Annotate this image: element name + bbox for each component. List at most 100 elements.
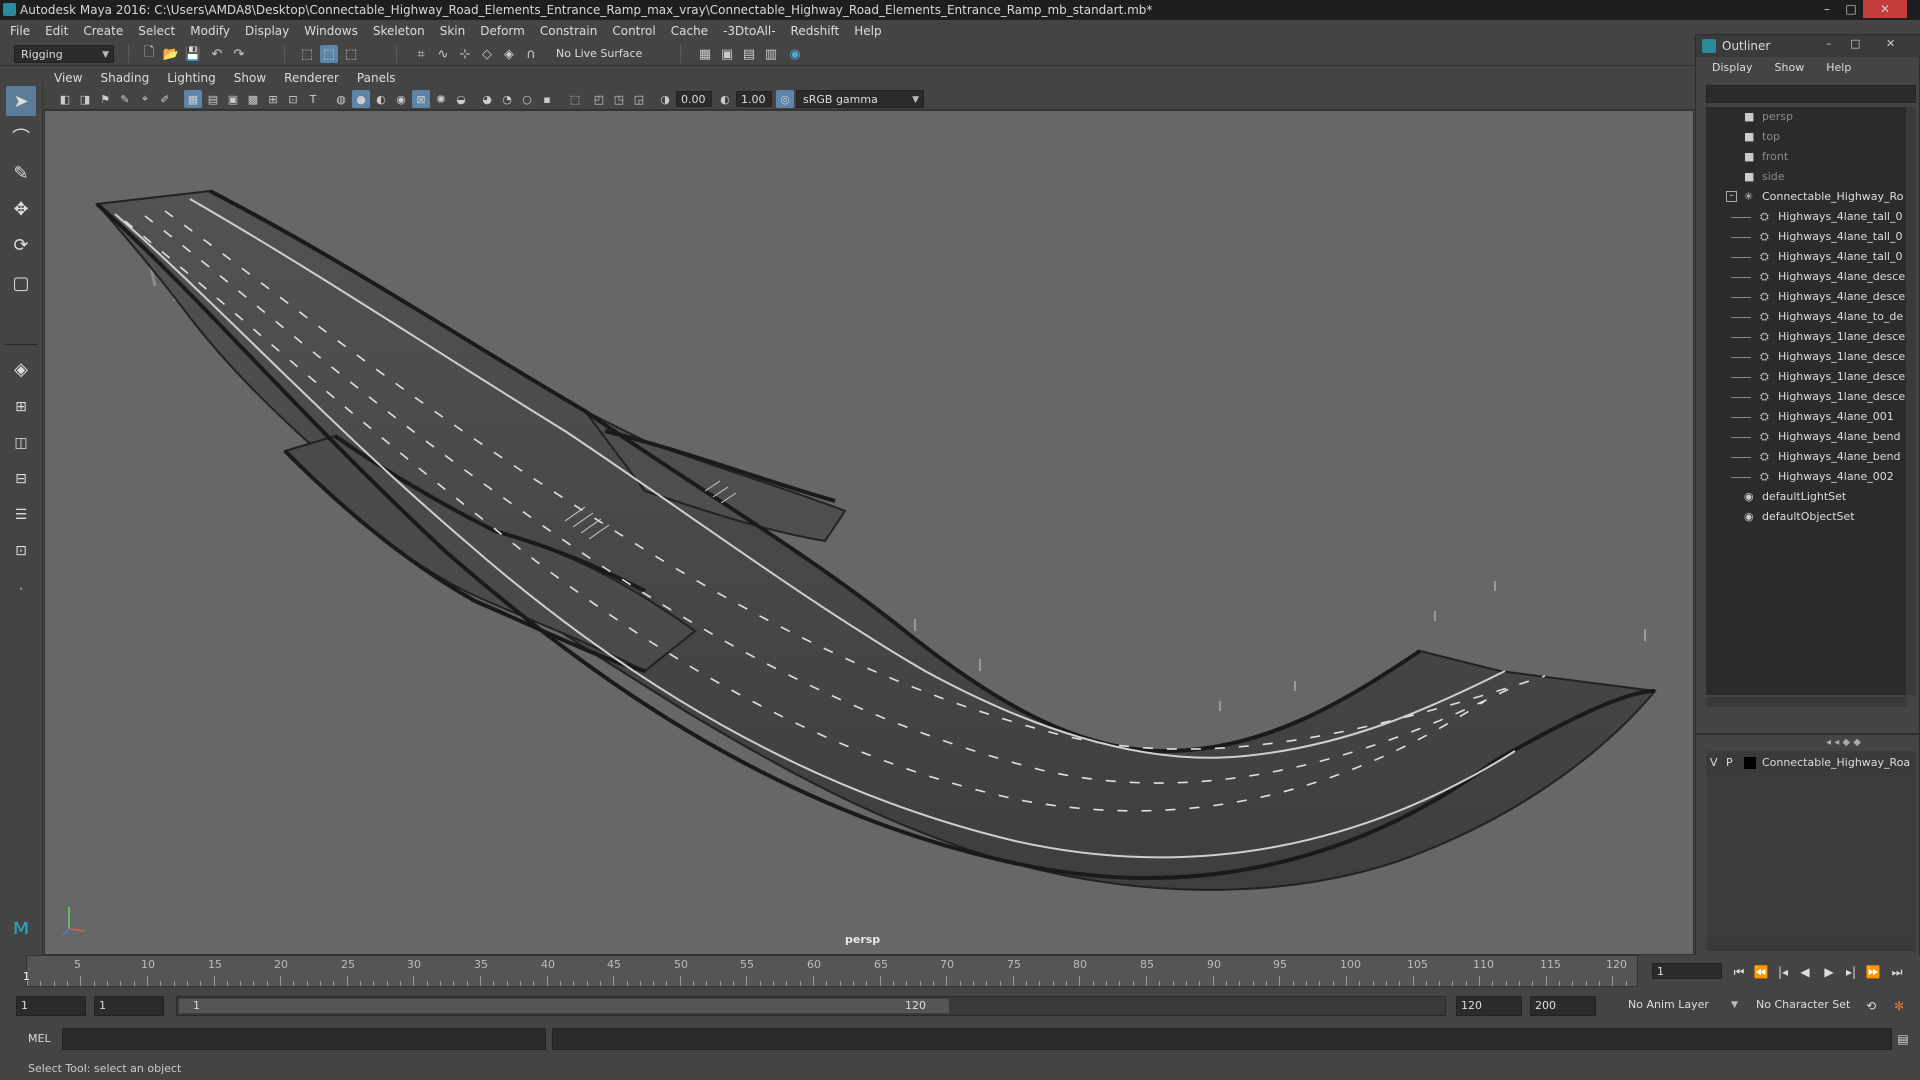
- exposure-icon[interactable]: ◑: [656, 90, 674, 108]
- scale-tool-icon[interactable]: ▢: [6, 268, 36, 298]
- field-chart-icon[interactable]: ⊞: [264, 90, 282, 108]
- menu-control[interactable]: Control: [612, 24, 663, 38]
- minimize-button[interactable]: –: [1815, 0, 1839, 18]
- outliner-menu-show[interactable]: Show: [1775, 61, 1805, 79]
- quad-layout-icon[interactable]: ◈: [6, 354, 36, 384]
- outliner-row[interactable]: ⛭ Highways_4lane_tall_0: [1706, 227, 1906, 247]
- maximize-button[interactable]: □: [1850, 37, 1860, 50]
- camera-attributes-icon[interactable]: ◨: [76, 90, 94, 108]
- collapse-toggle-icon[interactable]: –: [1726, 191, 1737, 202]
- open-scene-icon[interactable]: 📂: [162, 45, 180, 63]
- outliner-row[interactable]: ⛭ Highways_4lane_bend: [1706, 447, 1906, 467]
- outliner-row[interactable]: – ✳ Connectable_Highway_Ro: [1706, 187, 1906, 207]
- step-forward-key-button[interactable]: ▸|: [1842, 963, 1860, 981]
- snap-magnet-icon[interactable]: ∩: [522, 45, 540, 63]
- outliner-row[interactable]: ⛭ Highways_4lane_tall_0: [1706, 207, 1906, 227]
- default-material-icon[interactable]: ◐: [372, 90, 390, 108]
- range-track[interactable]: 1 120: [176, 996, 1446, 1016]
- perspective-viewport[interactable]: persp: [44, 110, 1694, 955]
- select-tool-icon[interactable]: ➤: [6, 86, 36, 116]
- command-language-label[interactable]: MEL: [28, 1032, 51, 1045]
- display-layer-row[interactable]: V P Connectable_Highway_Roa: [1706, 753, 1916, 773]
- render-settings-icon[interactable]: ▦: [696, 45, 714, 63]
- xray-icon[interactable]: ◰: [590, 90, 608, 108]
- xray-components-icon[interactable]: ◲: [630, 90, 648, 108]
- close-button[interactable]: ✕: [1863, 0, 1907, 18]
- outliner-row[interactable]: ⛭ Highways_4lane_desce: [1706, 287, 1906, 307]
- outliner-row[interactable]: ⛭ Highways_1lane_desce: [1706, 367, 1906, 387]
- menu-skeleton[interactable]: Skeleton: [373, 24, 433, 38]
- outliner-search-input[interactable]: [1706, 85, 1916, 103]
- menu-edit[interactable]: Edit: [45, 24, 76, 38]
- outliner-row[interactable]: ■ side: [1706, 167, 1906, 187]
- undo-icon[interactable]: ↶: [208, 45, 226, 63]
- animation-end-field[interactable]: 200: [1530, 996, 1596, 1016]
- side-by-side-layout-icon[interactable]: ◫: [6, 428, 36, 458]
- motion-blur-icon[interactable]: ◔: [498, 90, 516, 108]
- menu-modify[interactable]: Modify: [190, 24, 238, 38]
- playback-start-field[interactable]: 1: [94, 996, 164, 1016]
- resolution-gate-icon[interactable]: ▣: [224, 90, 242, 108]
- outliner-row[interactable]: ⛭ Highways_1lane_desce: [1706, 387, 1906, 407]
- snap-surface-icon[interactable]: ◈: [500, 45, 518, 63]
- outliner-row[interactable]: ⛭ Highways_4lane_to_de: [1706, 307, 1906, 327]
- anim-layer-dropdown[interactable]: No Anim Layer ▼: [1622, 996, 1742, 1016]
- time-ruler[interactable]: 1 5 10 15 20 25 30 35 40 45 50 55 60 65 70 75 80 85 90 95 10…: [23, 955, 1638, 987]
- outliner-menu-help[interactable]: Help: [1826, 61, 1851, 79]
- hypershade-icon[interactable]: ◉: [786, 45, 804, 63]
- menu-display[interactable]: Display: [245, 24, 297, 38]
- panel-menu-renderer[interactable]: Renderer: [284, 71, 339, 85]
- more-layouts-icon[interactable]: ·: [6, 574, 36, 604]
- render-frame-icon[interactable]: ▣: [718, 45, 736, 63]
- layer-color-swatch[interactable]: [1744, 757, 1756, 769]
- outliner-row[interactable]: ⛭ Highways_4lane_001: [1706, 407, 1906, 427]
- use-all-lights-icon[interactable]: ✺: [432, 90, 450, 108]
- menu-redshift[interactable]: Redshift: [791, 24, 848, 38]
- menu-cache[interactable]: Cache: [671, 24, 716, 38]
- step-forward-frame-button[interactable]: ⏩: [1864, 963, 1882, 981]
- menu-3dtoall[interactable]: -3DtoAll-: [723, 24, 783, 38]
- menu-help[interactable]: Help: [854, 24, 889, 38]
- panel-menu-shading[interactable]: Shading: [100, 71, 149, 85]
- render-view-icon[interactable]: ▥: [762, 45, 780, 63]
- menu-windows[interactable]: Windows: [304, 24, 366, 38]
- outliner-row[interactable]: ⛭ Highways_4lane_tall_0: [1706, 247, 1906, 267]
- snap-point-icon[interactable]: ⊹: [456, 45, 474, 63]
- image-plane-icon[interactable]: ✎: [116, 90, 134, 108]
- script-editor-icon[interactable]: ▤: [1894, 1030, 1912, 1048]
- layer-scrollbar[interactable]: [1706, 941, 1916, 951]
- outliner-persp-layout-icon[interactable]: ☰: [6, 500, 36, 530]
- save-scene-icon[interactable]: 💾: [184, 45, 202, 63]
- close-button[interactable]: ✕: [1886, 37, 1895, 50]
- menu-select[interactable]: Select: [138, 24, 183, 38]
- outliner-row[interactable]: ⛭ Highways_4lane_bend: [1706, 427, 1906, 447]
- outliner-row[interactable]: ⛭ Highways_4lane_002: [1706, 467, 1906, 487]
- range-handle[interactable]: 1 120: [179, 999, 949, 1013]
- xray-joints-icon[interactable]: ◳: [610, 90, 628, 108]
- outliner-row[interactable]: ■ front: [1706, 147, 1906, 167]
- snap-view-plane-icon[interactable]: ◇: [478, 45, 496, 63]
- ipr-render-icon[interactable]: ▤: [740, 45, 758, 63]
- outliner-vertical-scrollbar[interactable]: [1906, 107, 1916, 695]
- bookmark-icon[interactable]: ⚑: [96, 90, 114, 108]
- two-d-pan-zoom-icon[interactable]: ⌖: [136, 90, 154, 108]
- select-component-icon[interactable]: ⬚: [342, 45, 360, 63]
- film-gate-icon[interactable]: ▤: [204, 90, 222, 108]
- go-to-end-button[interactable]: ⏭: [1888, 963, 1906, 981]
- panel-menu-lighting[interactable]: Lighting: [167, 71, 216, 85]
- menu-file[interactable]: File: [10, 24, 38, 38]
- gamma-field[interactable]: 1.00: [736, 91, 772, 107]
- outliner-menu-display[interactable]: Display: [1712, 61, 1753, 79]
- grease-pencil-icon[interactable]: ✐: [156, 90, 174, 108]
- wireframe-icon[interactable]: ◍: [332, 90, 350, 108]
- play-forwards-button[interactable]: ▶: [1820, 963, 1838, 981]
- menu-constrain[interactable]: Constrain: [540, 24, 606, 38]
- character-set-dropdown[interactable]: No Character Set: [1750, 996, 1868, 1016]
- outliner-row[interactable]: ■ persp: [1706, 107, 1906, 127]
- go-to-start-button[interactable]: ⏮: [1730, 963, 1748, 981]
- shadows-icon[interactable]: ◒: [452, 90, 470, 108]
- visibility-toggle[interactable]: V: [1710, 753, 1718, 773]
- screen-space-ao-icon[interactable]: ◕: [478, 90, 496, 108]
- safe-action-icon[interactable]: ⊡: [284, 90, 302, 108]
- panel-menu-panels[interactable]: Panels: [357, 71, 396, 85]
